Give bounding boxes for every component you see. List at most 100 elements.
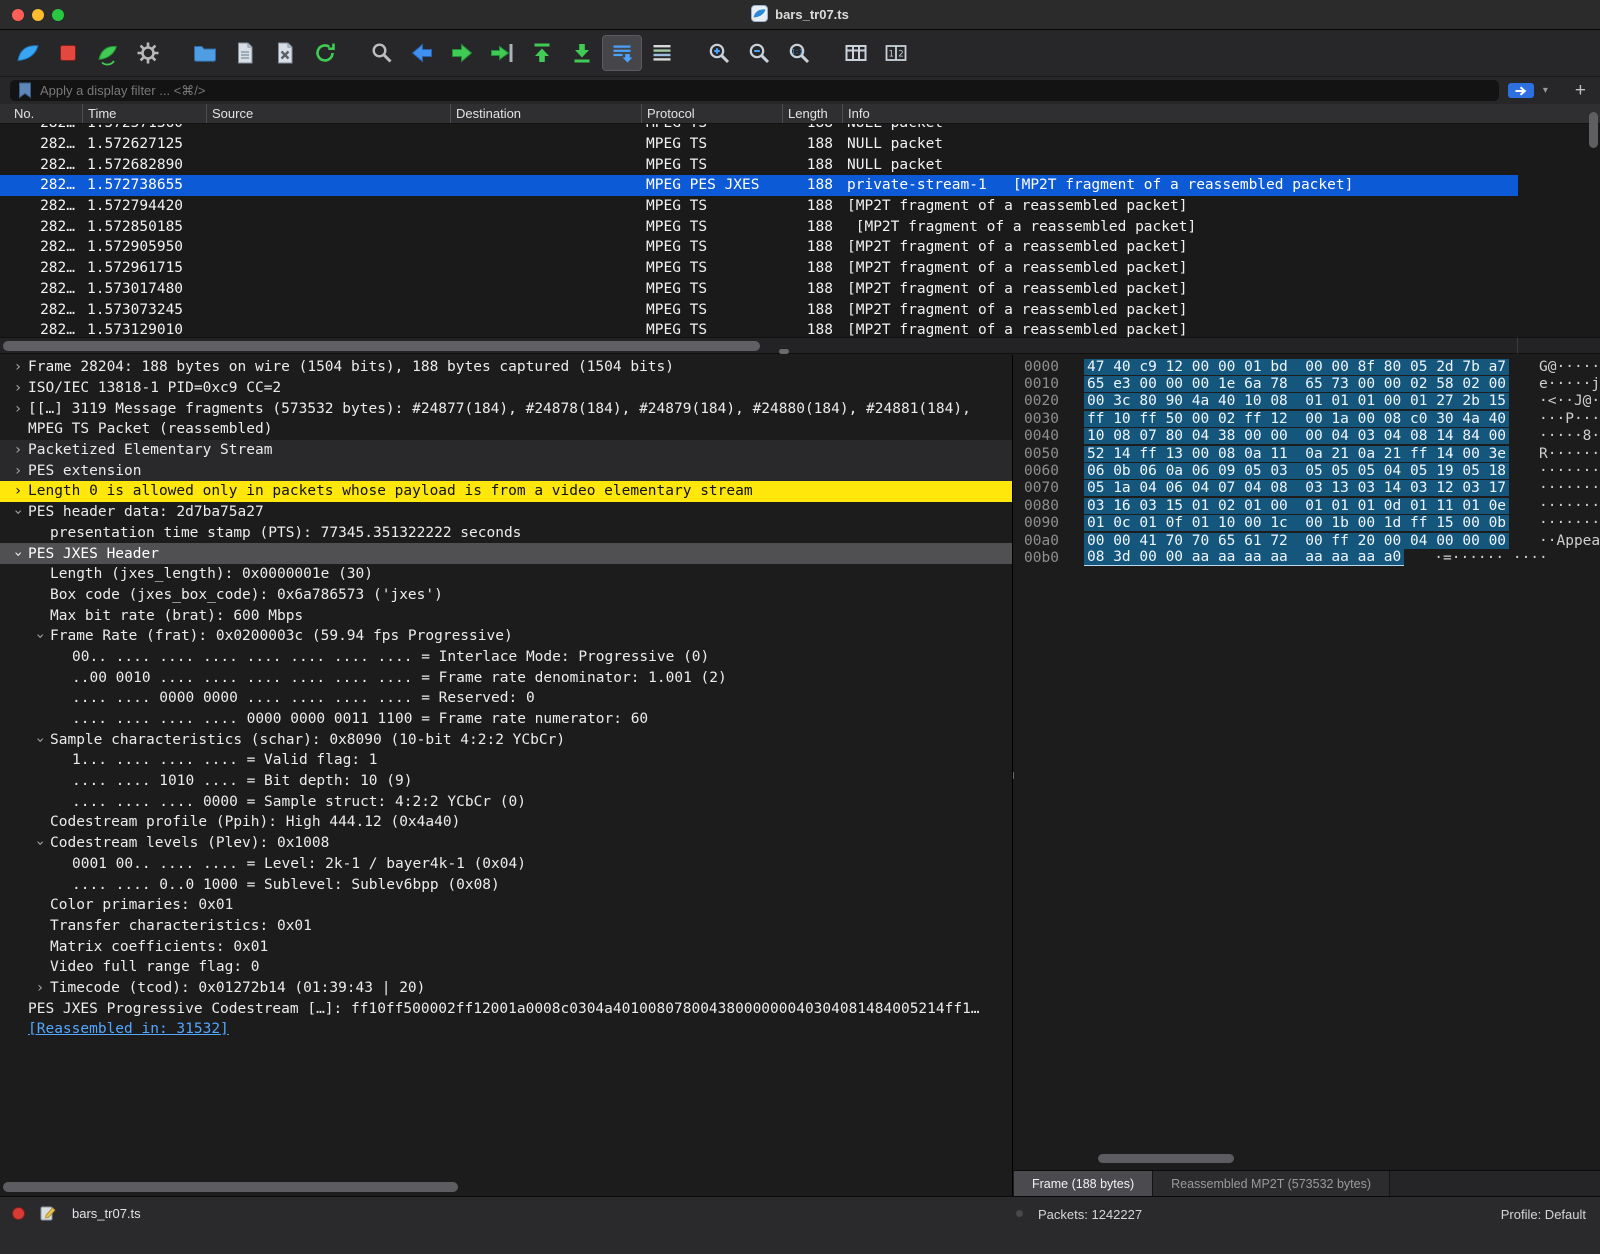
auto-scroll-button[interactable] — [602, 35, 642, 71]
last-packet-button[interactable] — [562, 35, 602, 71]
packet-row[interactable]: 282…1.573017480MPEG TS188[MP2T fragment … — [0, 279, 1518, 300]
detail-row[interactable]: Length (jxes_length): 0x0000001e (30) — [0, 564, 1012, 585]
detail-row[interactable]: Max bit rate (brat): 600 Mbps — [0, 605, 1012, 626]
hex-bytes[interactable]: ff 10 ff 50 00 02 ff 12 00 1a 00 08 c0 3… — [1084, 411, 1509, 427]
hex-bytes[interactable]: 47 40 c9 12 00 00 01 bd 00 00 8f 80 05 2… — [1084, 359, 1509, 375]
hex-row[interactable]: 009001 0c 01 0f 01 10 00 1c 00 1b 00 1d … — [1024, 515, 1600, 532]
detail-row[interactable]: ›[[…] 3119 Message fragments (573532 byt… — [0, 398, 1012, 419]
chevron-down-icon[interactable]: › — [33, 626, 47, 646]
display-filter-field[interactable] — [10, 80, 1499, 101]
start-capture-button[interactable] — [8, 35, 48, 71]
detail-row[interactable]: 00.. .... .... .... .... .... .... .... … — [0, 647, 1012, 668]
annotation-icon[interactable] — [40, 1205, 57, 1222]
zoom-original-button[interactable]: 1:1 — [779, 35, 819, 71]
packet-row[interactable]: 282…1.573129010MPEG TS188[MP2T fragment … — [0, 320, 1518, 337]
hex-bytes[interactable]: 52 14 ff 13 00 08 0a 11 0a 21 0a 21 ff 1… — [1084, 446, 1509, 462]
zoom-window-button[interactable] — [52, 9, 64, 21]
hex-row[interactable]: 005052 14 ff 13 00 08 0a 11 0a 21 0a 21 … — [1024, 445, 1600, 462]
detail-row[interactable]: ›Timecode (tcod): 0x01272b14 (01:39:43 |… — [0, 978, 1012, 999]
detail-row[interactable]: .... .... 1010 .... = Bit depth: 10 (9) — [0, 771, 1012, 792]
detail-row[interactable]: ›Packetized Elementary Stream — [0, 440, 1012, 461]
detail-row[interactable]: Box code (jxes_box_code): 0x6a786573 ('j… — [0, 585, 1012, 606]
packet-row[interactable]: 282…1.572571360MPEG TS188NULL packet — [0, 124, 1518, 134]
chevron-right-icon[interactable]: › — [8, 443, 28, 457]
packet-row[interactable]: 282…1.572961715MPEG TS188[MP2T fragment … — [0, 258, 1518, 279]
hex-row[interactable]: 000047 40 c9 12 00 00 01 bd 00 00 8f 80 … — [1024, 358, 1600, 375]
chevron-down-icon[interactable]: › — [11, 544, 25, 564]
hex-bytes[interactable]: 03 16 03 15 01 02 01 00 01 01 01 0d 01 1… — [1084, 498, 1509, 514]
close-window-button[interactable] — [12, 9, 24, 21]
detail-row[interactable]: ›Codestream levels (Plev): 0x1008 — [0, 833, 1012, 854]
detail-row[interactable]: ›PES header data: 2d7ba75a27 — [0, 502, 1012, 523]
zoom-out-button[interactable] — [739, 35, 779, 71]
stop-capture-button[interactable] — [48, 35, 88, 71]
tab-frame[interactable]: Frame (188 bytes) — [1014, 1171, 1153, 1196]
hex-hscrollbar[interactable] — [1014, 1154, 1600, 1164]
detail-row[interactable]: Codestream profile (Ppih): High 444.12 (… — [0, 812, 1012, 833]
hex-bytes[interactable]: 08 3d 00 00 aa aa aa aa aa aa aa a0 — [1084, 549, 1404, 566]
go-to-packet-button[interactable] — [482, 35, 522, 71]
chevron-right-icon[interactable]: › — [8, 381, 28, 395]
detail-row[interactable]: ..00 0010 .... .... .... .... .... .... … — [0, 667, 1012, 688]
save-file-button[interactable] — [225, 35, 265, 71]
detail-row[interactable]: MPEG TS Packet (reassembled) — [0, 419, 1012, 440]
hex-bytes[interactable]: 10 08 07 80 04 38 00 00 00 04 03 04 08 1… — [1084, 428, 1509, 444]
column-header-info[interactable]: Info — [842, 104, 1600, 123]
detail-row[interactable]: Transfer characteristics: 0x01 — [0, 916, 1012, 937]
bookmark-icon[interactable] — [18, 82, 32, 99]
zoom-in-button[interactable] — [699, 35, 739, 71]
display-filter-input[interactable] — [40, 83, 1491, 98]
column-header-time[interactable]: Time — [82, 104, 206, 123]
column-header-destination[interactable]: Destination — [450, 104, 641, 123]
chevron-right-icon[interactable]: › — [8, 402, 28, 416]
hex-row[interactable]: 006006 0b 06 0a 06 09 05 03 05 05 05 04 … — [1024, 462, 1600, 479]
hex-hsc-thumb[interactable] — [1098, 1154, 1234, 1163]
detail-row[interactable]: ›Frame Rate (frat): 0x0200003c (59.94 fp… — [0, 626, 1012, 647]
pane-splitter-grip[interactable] — [779, 349, 789, 354]
packet-row[interactable]: 282…1.572794420MPEG TS188[MP2T fragment … — [0, 196, 1518, 217]
apply-filter-button[interactable] — [1508, 83, 1534, 98]
packet-list[interactable]: 282…1.572571360MPEG TS188NULL packet282…… — [0, 124, 1600, 337]
packet-row[interactable]: 282…1.572850185MPEG TS188 [MP2T fragment… — [0, 216, 1518, 237]
chevron-right-icon[interactable]: › — [8, 484, 28, 498]
hex-row[interactable]: 004010 08 07 80 04 38 00 00 00 04 03 04 … — [1024, 428, 1600, 445]
hex-row[interactable]: 008003 16 03 15 01 02 01 00 01 01 01 0d … — [1024, 497, 1600, 514]
hex-bytes[interactable]: 06 0b 06 0a 06 09 05 03 05 05 05 04 05 1… — [1084, 463, 1509, 479]
hex-row[interactable]: 002000 3c 80 90 4a 40 10 08 01 01 01 00 … — [1024, 393, 1600, 410]
packet-row[interactable]: 282…1.572682890MPEG TS188NULL packet — [0, 154, 1518, 175]
packet-row[interactable]: 282…1.572905950MPEG TS188[MP2T fragment … — [0, 237, 1518, 258]
detail-row[interactable]: ›Sample characteristics (schar): 0x8090 … — [0, 729, 1012, 750]
packet-row[interactable]: 282…1.572738655MPEG PES JXES188private-s… — [0, 175, 1518, 196]
hex-bytes[interactable]: 00 00 41 70 70 65 61 72 00 ff 20 00 04 0… — [1084, 533, 1509, 549]
status-profile[interactable]: Profile: Default — [1501, 1207, 1586, 1222]
column-header-no[interactable]: No. — [0, 104, 82, 123]
filter-dropdown-caret[interactable]: ▾ — [1543, 85, 1548, 96]
previous-packet-button[interactable] — [402, 35, 442, 71]
detail-row[interactable]: presentation time stamp (PTS): 77345.351… — [0, 523, 1012, 544]
hex-row[interactable]: 00b008 3d 00 00 aa aa aa aa aa aa aa a0·… — [1024, 549, 1600, 566]
hex-bytes[interactable]: 65 e3 00 00 00 1e 6a 78 65 73 00 00 02 5… — [1084, 376, 1509, 392]
hex-bytes[interactable]: 01 0c 01 0f 01 10 00 1c 00 1b 00 1d ff 1… — [1084, 515, 1509, 531]
tab-reassembled-mp2t[interactable]: Reassembled MP2T (573532 bytes) — [1153, 1171, 1390, 1196]
detail-row[interactable]: ›PES extension — [0, 460, 1012, 481]
details-hsc-thumb[interactable] — [3, 1182, 458, 1192]
detail-row[interactable]: .... .... .... .... 0000 0000 0011 1100 … — [0, 709, 1012, 730]
restart-capture-button[interactable] — [88, 35, 128, 71]
find-packet-button[interactable] — [362, 35, 402, 71]
packet-list-vscrollbar[interactable] — [1588, 106, 1599, 336]
packet-row[interactable]: 282…1.573073245MPEG TS188[MP2T fragment … — [0, 299, 1518, 320]
detail-row[interactable]: 0001 00.. .... .... = Level: 2k-1 / baye… — [0, 854, 1012, 875]
detail-row[interactable]: PES JXES Progressive Codestream […]: ff1… — [0, 998, 1012, 1019]
colorize-button[interactable] — [642, 35, 682, 71]
packet-row[interactable]: 282…1.572627125MPEG TS188NULL packet — [0, 134, 1518, 155]
detail-row[interactable]: ›ISO/IEC 13818-1 PID=0xc9 CC=2 — [0, 378, 1012, 399]
close-file-button[interactable] — [265, 35, 305, 71]
add-filter-button[interactable]: + — [1571, 81, 1590, 100]
detail-row[interactable]: Color primaries: 0x01 — [0, 895, 1012, 916]
column-header-protocol[interactable]: Protocol — [641, 104, 782, 123]
detail-row[interactable]: .... .... .... 0000 = Sample struct: 4:2… — [0, 791, 1012, 812]
hex-bytes[interactable]: 00 3c 80 90 4a 40 10 08 01 01 01 00 01 2… — [1084, 393, 1509, 409]
open-file-button[interactable] — [185, 35, 225, 71]
detail-row[interactable]: Matrix coefficients: 0x01 — [0, 936, 1012, 957]
detail-row[interactable]: .... .... 0000 0000 .... .... .... .... … — [0, 688, 1012, 709]
